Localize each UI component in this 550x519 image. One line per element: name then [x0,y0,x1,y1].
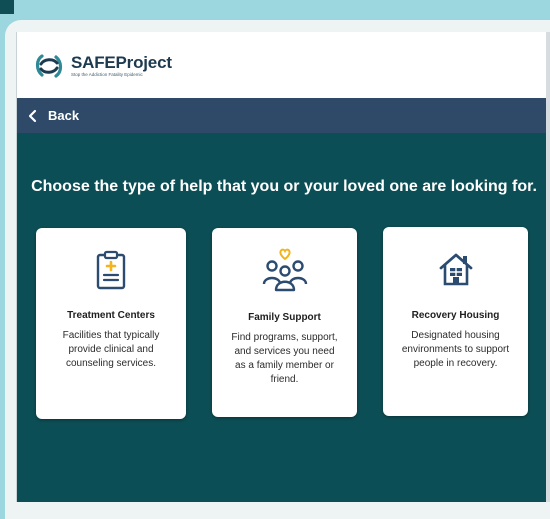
site-header: SAFEProject Stop the Addiction Fatality … [17,32,550,98]
chevron-left-icon[interactable] [27,109,39,123]
clipboard-medical-icon [96,250,126,290]
help-type-section: Choose the type of help that you or your… [17,133,550,502]
logo-name: SAFEProject [71,54,172,71]
card-description: Facilities that typically provide clinic… [62,330,160,369]
back-button[interactable]: Back [48,108,79,123]
safeproject-logo-icon [35,54,63,78]
logo-tagline: Stop the Addiction Fatality Epidemic [71,72,143,78]
family-heart-icon [262,248,307,292]
background-corner [0,0,14,14]
window-edge [546,32,550,502]
navigation-bar: Back [17,98,550,133]
safeproject-logo[interactable]: SAFEProject Stop the Addiction Fatality … [33,50,172,82]
card-description: Find programs, support, and services you… [231,332,338,385]
card-description: Designated housing environments to suppo… [401,330,510,369]
card-treatment-centers[interactable]: Treatment Centers Facilities that typica… [36,228,186,419]
card-title: Recovery Housing [411,310,500,321]
card-recovery-housing[interactable]: Recovery Housing Designated housing envi… [383,227,528,416]
app-window: SAFEProject Stop the Addiction Fatality … [16,32,550,502]
house-icon [439,253,472,286]
page-heading: Choose the type of help that you or your… [31,178,537,195]
card-title: Family Support [248,312,321,323]
logo-name-part1: SAFE [71,53,116,73]
card-family-support[interactable]: Family Support Find programs, support, a… [212,228,357,417]
card-title: Treatment Centers [67,310,155,321]
logo-name-part2: Project [115,53,172,73]
